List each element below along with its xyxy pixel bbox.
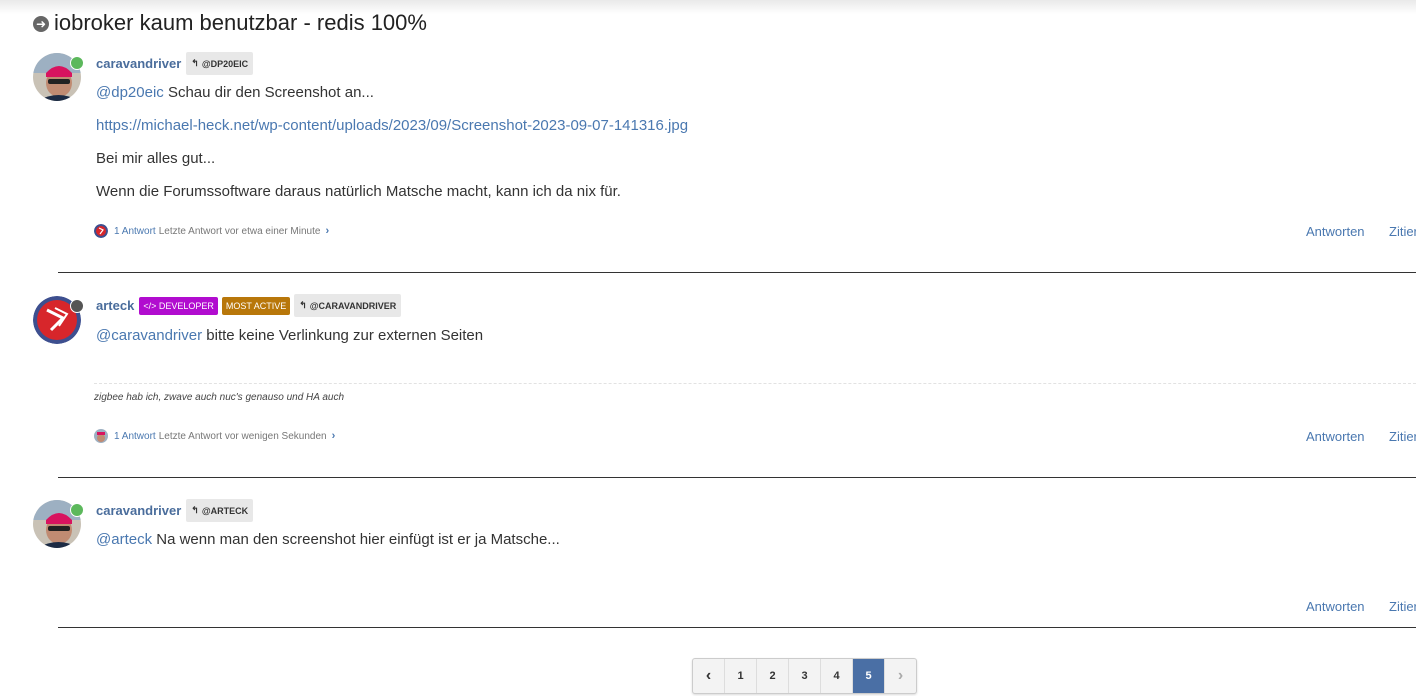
post-text: Schau dir den Screenshot an... bbox=[163, 84, 374, 101]
code-icon: </> bbox=[143, 300, 157, 311]
post-divider bbox=[58, 627, 1416, 628]
post-paragraph: @caravandriver bitte keine Verlinkung zu… bbox=[96, 327, 483, 344]
reply-avatar bbox=[94, 429, 108, 443]
reply-to-badge[interactable]: ↰ @CARAVANDRIVER bbox=[294, 294, 402, 317]
reply-arrow-icon: ↰ bbox=[191, 58, 199, 68]
mention-link[interactable]: @caravandriver bbox=[96, 327, 202, 344]
reply-to-label: @ARTECK bbox=[201, 505, 249, 516]
post-text: Na wenn man den screenshot hier einfügt … bbox=[152, 531, 560, 548]
page-link-5-current[interactable]: 5 bbox=[853, 659, 885, 693]
reply-to-label: @DP20EIC bbox=[201, 58, 249, 69]
most-active-badge: MOST ACTIVE bbox=[221, 296, 291, 315]
pagination: ‹ 1 2 3 4 5 › bbox=[692, 658, 917, 694]
topic-title: iobroker kaum benutzbar - redis 100% bbox=[54, 10, 427, 35]
reply-avatar bbox=[94, 224, 108, 238]
username[interactable]: caravandriver bbox=[96, 503, 181, 518]
post-text: Wenn die Forumssoftware daraus natürlich… bbox=[96, 183, 621, 200]
post-paragraph: @dp20eic Schau dir den Screenshot an... bbox=[96, 84, 374, 101]
quote-button[interactable]: Zitieren bbox=[1389, 429, 1416, 444]
post-divider bbox=[58, 272, 1416, 273]
post-text: bitte keine Verlinkung zur externen Seit… bbox=[202, 327, 484, 344]
post-header: caravandriver ↰ @DP20EIC bbox=[96, 52, 254, 75]
reply-to-badge[interactable]: ↰ @ARTECK bbox=[186, 499, 254, 522]
username[interactable]: arteck bbox=[96, 298, 134, 313]
topic-header: ➜ iobroker kaum benutzbar - redis 100% bbox=[33, 10, 427, 36]
username[interactable]: caravandriver bbox=[96, 56, 181, 71]
mention-link[interactable]: @dp20eic bbox=[96, 84, 164, 101]
replies-summary[interactable]: 1 Antwort Letzte Antwort vor etwa einer … bbox=[94, 224, 329, 238]
developer-label: DEVELOPER bbox=[158, 300, 214, 311]
reply-button[interactable]: Antworten bbox=[1306, 224, 1365, 239]
post-header: arteck </> DEVELOPER MOST ACTIVE ↰ @CARA… bbox=[96, 294, 402, 317]
replies-count[interactable]: 1 Antwort bbox=[114, 226, 156, 237]
external-link[interactable]: https://michael-heck.net/wp-content/uplo… bbox=[96, 117, 688, 134]
page-link-4[interactable]: 4 bbox=[821, 659, 853, 693]
chevron-right-icon[interactable]: › bbox=[325, 225, 329, 237]
replies-summary[interactable]: 1 Antwort Letzte Antwort vor wenigen Sek… bbox=[94, 429, 335, 443]
mention-link[interactable]: @arteck bbox=[96, 531, 152, 548]
reply-arrow-icon: ↰ bbox=[299, 300, 307, 310]
reply-to-badge[interactable]: ↰ @DP20EIC bbox=[186, 52, 254, 75]
offline-status-icon bbox=[70, 299, 84, 313]
chevron-right-icon[interactable]: › bbox=[885, 659, 916, 693]
page-link-3[interactable]: 3 bbox=[789, 659, 821, 693]
page-link-1[interactable]: 1 bbox=[725, 659, 757, 693]
reply-button[interactable]: Antworten bbox=[1306, 429, 1365, 444]
reply-to-label: @CARAVANDRIVER bbox=[309, 300, 397, 311]
replies-time: Letzte Antwort vor wenigen Sekunden bbox=[158, 430, 327, 442]
reply-button[interactable]: Antworten bbox=[1306, 599, 1365, 614]
post-header: caravandriver ↰ @ARTECK bbox=[96, 499, 254, 522]
quote-button[interactable]: Zitieren bbox=[1389, 599, 1416, 614]
chevron-left-icon[interactable]: ‹ bbox=[693, 659, 725, 693]
quote-button[interactable]: Zitieren bbox=[1389, 224, 1416, 239]
post-text: Bei mir alles gut... bbox=[96, 150, 216, 167]
post-paragraph: https://michael-heck.net/wp-content/uplo… bbox=[96, 117, 688, 134]
reply-arrow-icon: ↰ bbox=[191, 505, 199, 515]
user-signature: zigbee hab ich, zwave auch nuc's genauso… bbox=[94, 383, 1416, 403]
online-status-icon bbox=[70, 503, 84, 517]
developer-badge: </> DEVELOPER bbox=[139, 296, 218, 315]
arrow-right-circle-icon[interactable]: ➜ bbox=[33, 16, 49, 32]
replies-time: Letzte Antwort vor etwa einer Minute bbox=[158, 225, 321, 237]
post-paragraph: @arteck Na wenn man den screenshot hier … bbox=[96, 531, 560, 548]
online-status-icon bbox=[70, 56, 84, 70]
page-link-2[interactable]: 2 bbox=[757, 659, 789, 693]
chevron-right-icon[interactable]: › bbox=[332, 430, 336, 442]
post-divider bbox=[58, 477, 1416, 478]
replies-count[interactable]: 1 Antwort bbox=[114, 431, 156, 442]
